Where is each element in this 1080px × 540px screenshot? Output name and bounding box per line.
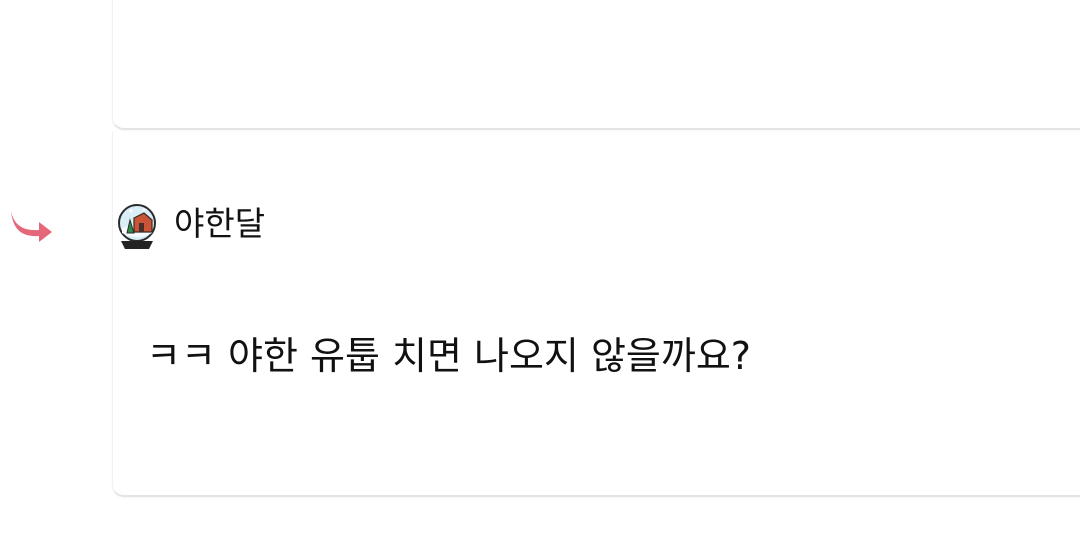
reply-arrow-icon <box>8 206 54 242</box>
previous-comment-card <box>112 0 1080 130</box>
comment-author[interactable]: 야한달 <box>174 202 265 246</box>
comment-body: ㅋㅋ 야한 유툽 치면 나오지 않을까요? <box>146 334 751 378</box>
comment-card <box>112 132 1080 497</box>
snow-globe-icon[interactable] <box>114 202 160 250</box>
